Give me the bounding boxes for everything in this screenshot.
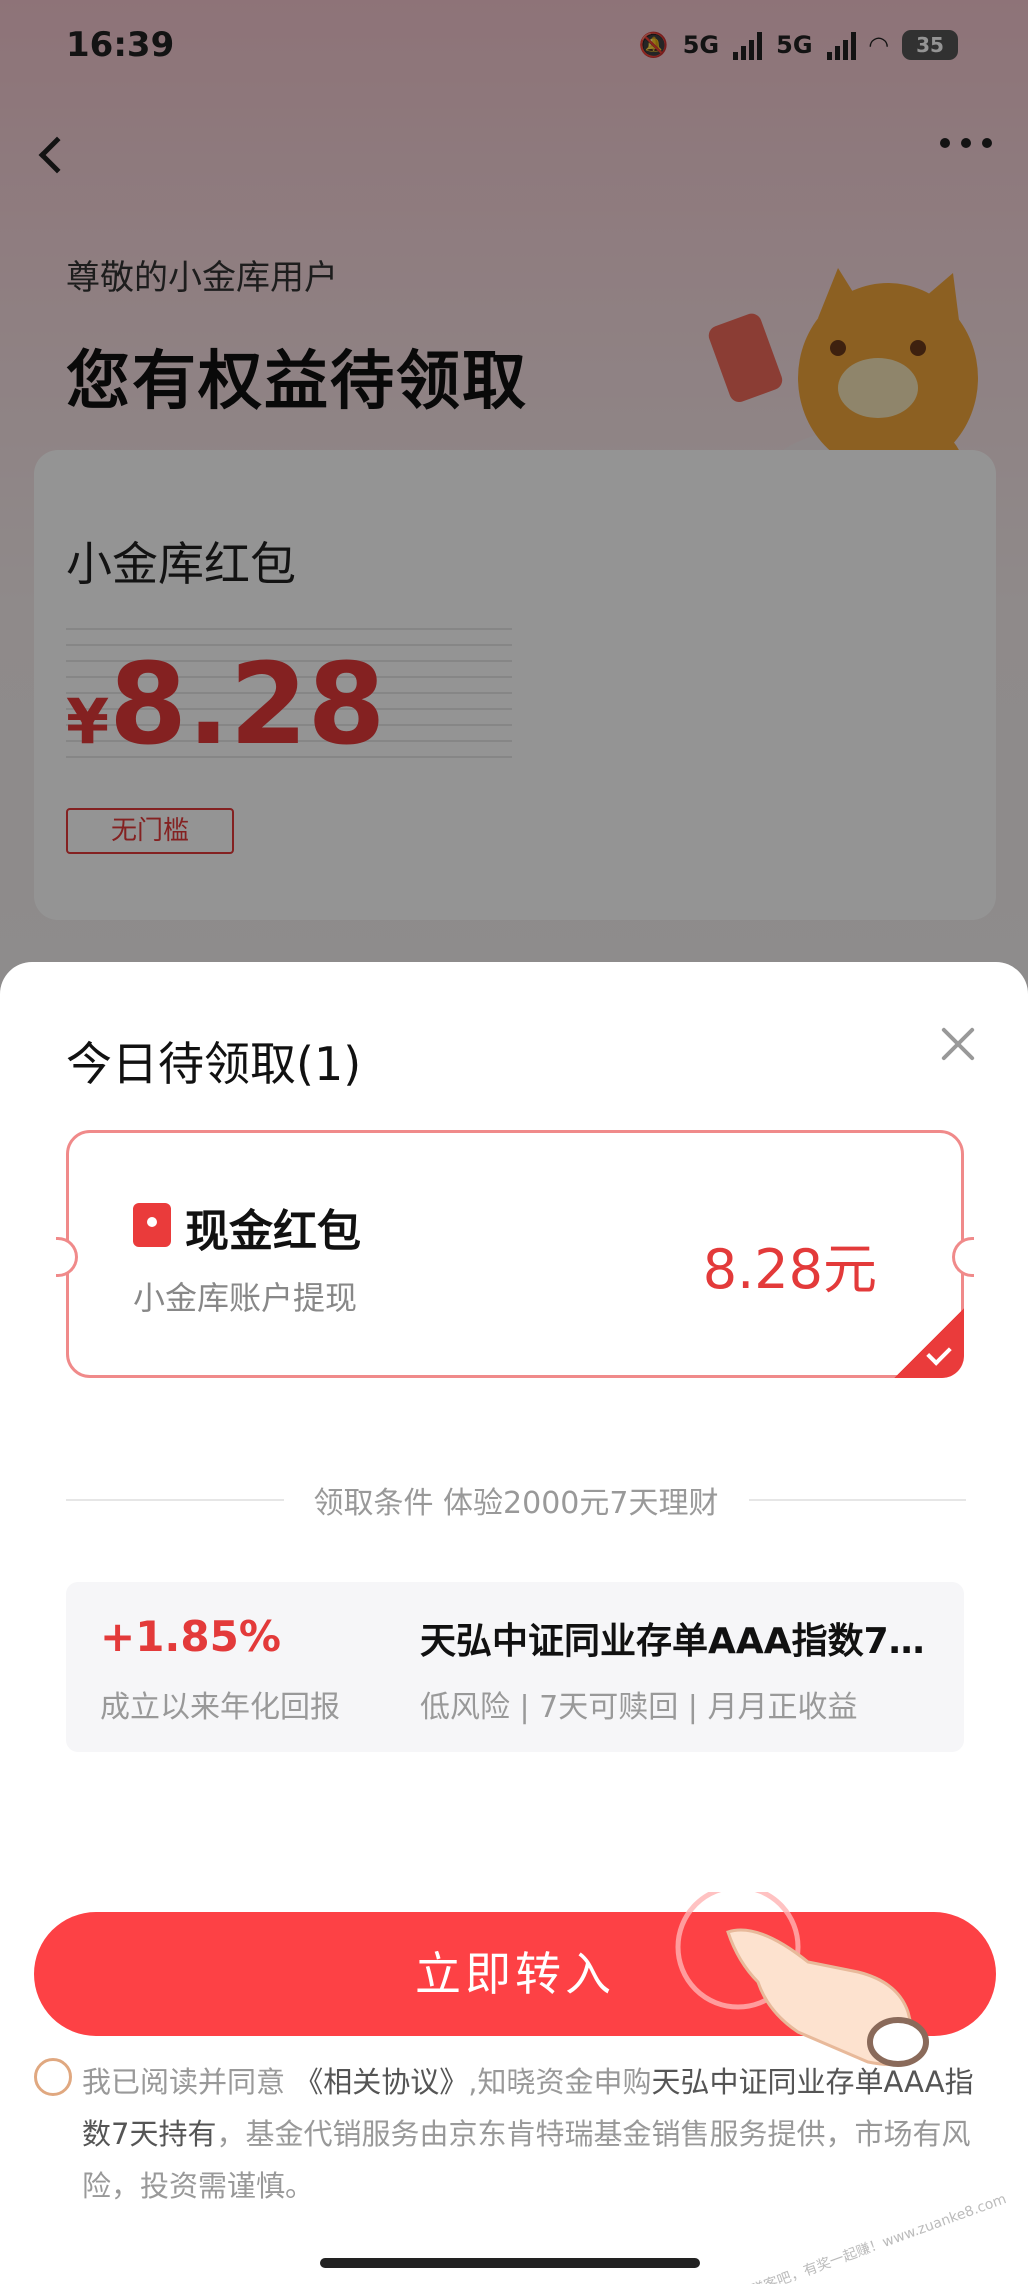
greeting-text: 尊敬的小金库用户 [66, 258, 338, 298]
status-bar: 16:39 🔕 5G 5G ◠ 35 [0, 0, 1028, 90]
fund-name: 天弘中证同业存单AAA指数7天持有 [420, 1621, 940, 1662]
reward-amount: ¥8.28 [66, 640, 385, 770]
no-threshold-tag: 无门槛 [66, 808, 234, 854]
coupon-title: 现金红包 [185, 1206, 361, 1257]
cash-coupon-card[interactable]: 现金红包 小金库账户提现 8.28元 [56, 1130, 974, 1378]
agreement-checkbox[interactable] [34, 2058, 72, 2096]
network-label-1: 5G [682, 31, 720, 59]
pointing-hand-icon [675, 1892, 929, 2067]
coupon-notch-right [952, 1237, 974, 1277]
signal-icon [826, 30, 856, 60]
bottom-sheet: 今日待领取(1) 现金红包 小金库账户提现 8.28元 领取条件 体验2000元… [0, 962, 1028, 2284]
annual-return-rate: +1.85% [100, 1612, 281, 1661]
agreement-prefix: 我已阅读并同意 [82, 2065, 286, 2099]
reward-amount-value: 8.28 [109, 640, 386, 770]
claim-condition: 领取条件 体验2000元7天理财 [66, 1478, 967, 1522]
coupon-amount: 8.28元 [702, 1238, 877, 1301]
chevron-left-icon [38, 136, 76, 174]
claim-condition-text: 领取条件 体验2000元7天理财 [313, 1486, 719, 1521]
status-icons: 🔕 5G 5G ◠ 35 [639, 30, 958, 60]
currency-symbol: ¥ [66, 685, 110, 758]
fund-tags: 低风险 | 7天可赎回 | 月月正收益 [420, 1690, 858, 1725]
agreement-middle: ,知晓资金申购 [468, 2065, 652, 2099]
wifi-icon: ◠ [869, 31, 888, 59]
signal-icon [733, 30, 763, 60]
annual-return-label: 成立以来年化回报 [100, 1690, 340, 1725]
home-indicator[interactable] [320, 2258, 700, 2268]
reward-card-title: 小金库红包 [66, 537, 296, 591]
divider-right [748, 1499, 967, 1501]
sheet-title: 今日待领取(1) [66, 1037, 362, 1091]
close-button[interactable] [928, 1014, 988, 1074]
coupon-subtitle: 小金库账户提现 [133, 1279, 358, 1317]
network-label-2: 5G [776, 31, 813, 59]
divider-left [66, 1499, 284, 1501]
red-envelope-icon [133, 1203, 171, 1247]
mute-icon: 🔕 [638, 31, 669, 59]
fund-product-card[interactable]: +1.85% 成立以来年化回报 天弘中证同业存单AAA指数7天持有 低风险 | … [66, 1582, 964, 1752]
selected-check-icon [894, 1308, 964, 1378]
coupon-notch-left [56, 1237, 78, 1277]
back-button[interactable] [36, 125, 76, 185]
agreement-suffix: ，基金代销服务由京东肯特瑞基金销售服务提供，市场有风险，投资需谨慎。 [82, 2117, 971, 2203]
agreement-text: 我已阅读并同意 《相关协议》,知晓资金申购天弘中证同业存单AAA指数7天持有，基… [82, 2056, 982, 2212]
page-headline: 您有权益待领取 [66, 345, 528, 419]
battery-icon: 35 [902, 30, 958, 60]
background-page: 16:39 🔕 5G 5G ◠ 35 尊敬的小金库用户 您有权益待领取 小金库红… [0, 0, 1028, 1010]
status-time: 16:39 [66, 25, 175, 65]
more-button[interactable] [940, 138, 992, 148]
agreement-link[interactable]: 《相关协议》 [294, 2065, 468, 2099]
